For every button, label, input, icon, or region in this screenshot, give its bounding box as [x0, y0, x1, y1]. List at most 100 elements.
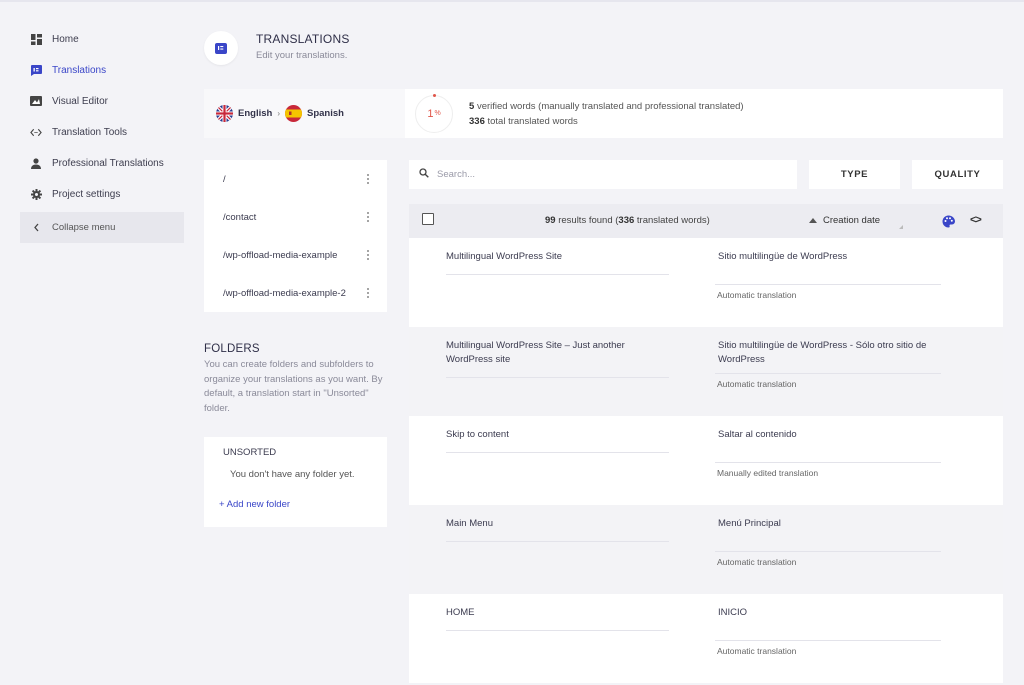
source-text[interactable]: Multilingual WordPress Site [446, 250, 669, 275]
search-box [409, 160, 797, 189]
progress-percent: 1 [427, 107, 434, 120]
code-view-icon[interactable]: <> [970, 214, 982, 226]
more-vert-icon[interactable] [367, 250, 369, 260]
more-vert-icon[interactable] [367, 212, 369, 222]
page-title: TRANSLATIONS [256, 31, 350, 46]
target-underline [715, 462, 941, 463]
chevron-right-icon: › [277, 109, 280, 118]
source-text[interactable]: HOME [446, 606, 669, 631]
verified-text: verified words (manually translated and … [476, 100, 744, 112]
empty-folders-text: You don't have any folder yet. [230, 469, 355, 480]
page-subtitle: Edit your translations. [256, 49, 348, 61]
url-item[interactable]: /wp-offload-media-example [204, 236, 387, 274]
url-item[interactable]: /contact [204, 198, 387, 236]
total-text: total translated words [487, 115, 578, 127]
sort-label: Creation date [823, 215, 881, 226]
results-count: 99 results found (336 translated words) [545, 215, 710, 226]
target-language: Spanish [306, 108, 344, 119]
url-label: /wp-offload-media-example [223, 249, 338, 261]
url-item[interactable]: /wp-offload-media-example-2 [204, 274, 387, 312]
target-underline [715, 284, 941, 285]
translation-rows: Multilingual WordPress Site Sitio multil… [409, 238, 1003, 683]
edit-image-icon [30, 96, 42, 108]
translation-stats: 1% 5 verified words (manually translated… [405, 89, 744, 138]
results-count-text: results found ( [558, 215, 619, 226]
gear-icon [30, 189, 42, 201]
target-text[interactable]: Sitio multilingüe de WordPress - Sólo ot… [718, 339, 941, 367]
sidebar-item-translations[interactable]: Translations [20, 55, 184, 86]
sidebar-item-label: Translation Tools [52, 127, 128, 138]
language-pair-selector[interactable]: English › Spanish [204, 89, 405, 138]
sort-resize-handle [899, 225, 903, 229]
results-number: 99 [545, 215, 556, 226]
sidebar-item-visual-editor[interactable]: Visual Editor [20, 86, 184, 117]
target-text[interactable]: Saltar al contenido [718, 428, 941, 442]
results-words-text: translated words) [636, 215, 710, 226]
top-divider [0, 0, 1024, 2]
sidebar-item-project-settings[interactable]: Project settings [20, 179, 184, 210]
total-words-line: 336 total translated words [469, 114, 744, 129]
uk-flag-icon [216, 105, 233, 122]
target-underline [715, 373, 941, 374]
progress-percent-unit: % [434, 110, 441, 117]
sidebar-item-home[interactable]: Home [20, 24, 184, 55]
translation-status: Automatic translation [717, 557, 797, 567]
translation-status: Automatic translation [717, 290, 797, 300]
unsorted-folder[interactable]: UNSORTED [223, 447, 276, 458]
translate-icon [30, 65, 42, 77]
sidebar-item-label: Home [52, 34, 79, 45]
url-label: /wp-offload-media-example-2 [223, 287, 346, 299]
quality-filter-button[interactable]: QUALITY [912, 160, 1003, 189]
page-header: TRANSLATIONS Edit your translations. [204, 31, 350, 65]
folders-description: You can create folders and subfolders to… [204, 359, 383, 414]
table-row: HOME INICIO Automatic translation [409, 594, 1003, 683]
sidebar-item-label: Project settings [52, 189, 121, 200]
target-text[interactable]: INICIO [718, 606, 941, 620]
chevron-left-icon [30, 222, 42, 234]
results-header: 99 results found (336 translated words) … [409, 204, 1003, 238]
progress-ring: 1% [415, 93, 453, 133]
person-icon [30, 158, 42, 170]
sidebar-item-translation-tools[interactable]: Translation Tools [20, 117, 184, 148]
collapse-menu-label: Collapse menu [52, 222, 116, 233]
table-row: Main Menu Menú Principal Automatic trans… [409, 505, 1003, 594]
sort-arrow-icon [809, 218, 817, 223]
target-text[interactable]: Menú Principal [718, 517, 941, 531]
verified-words-line: 5 verified words (manually translated an… [469, 99, 744, 114]
target-underline [715, 640, 941, 641]
add-folder-link[interactable]: + Add new folder [219, 499, 290, 510]
sort-dropdown[interactable]: Creation date [809, 215, 880, 226]
table-row: Multilingual WordPress Site – Just anoth… [409, 327, 1003, 416]
folders-title: FOLDERS [204, 343, 260, 355]
code-icon [30, 127, 42, 139]
sidebar-item-label: Professional Translations [52, 158, 164, 169]
sidebar-item-professional-translations[interactable]: Professional Translations [20, 148, 184, 179]
more-vert-icon[interactable] [367, 288, 369, 298]
sidebar-item-label: Translations [52, 65, 107, 76]
dashboard-icon [30, 34, 42, 46]
url-label: /contact [223, 211, 257, 223]
collapse-menu-button[interactable]: Collapse menu [20, 212, 184, 243]
verified-count: 5 [469, 100, 475, 112]
translations-badge-icon [204, 31, 238, 65]
results-words-number: 336 [618, 215, 635, 226]
progress-ring-marker [433, 93, 436, 97]
language-stats-bar: English › Spanish 1% 5 verified words (m… [204, 89, 1003, 138]
url-item[interactable]: / [204, 160, 387, 198]
translation-status: Manually edited translation [717, 468, 819, 478]
target-underline [715, 551, 941, 552]
source-text[interactable]: Main Menu [446, 517, 669, 542]
select-all-checkbox[interactable] [422, 213, 434, 225]
folders-section: FOLDERS You can create folders and subfo… [204, 343, 387, 416]
folder-box: UNSORTED You don't have any folder yet. … [204, 437, 387, 527]
more-vert-icon[interactable] [367, 174, 369, 184]
search-input[interactable] [437, 169, 777, 180]
target-text[interactable]: Sitio multilingüe de WordPress [718, 250, 941, 264]
source-text[interactable]: Multilingual WordPress Site – Just anoth… [446, 339, 669, 378]
palette-icon[interactable] [942, 215, 955, 228]
sidebar-item-label: Visual Editor [52, 96, 108, 107]
table-row: Skip to content Saltar al contenido Manu… [409, 416, 1003, 505]
sidebar: Home Translations Visual Editor Translat… [20, 24, 184, 243]
type-filter-button[interactable]: TYPE [809, 160, 900, 189]
source-text[interactable]: Skip to content [446, 428, 669, 453]
